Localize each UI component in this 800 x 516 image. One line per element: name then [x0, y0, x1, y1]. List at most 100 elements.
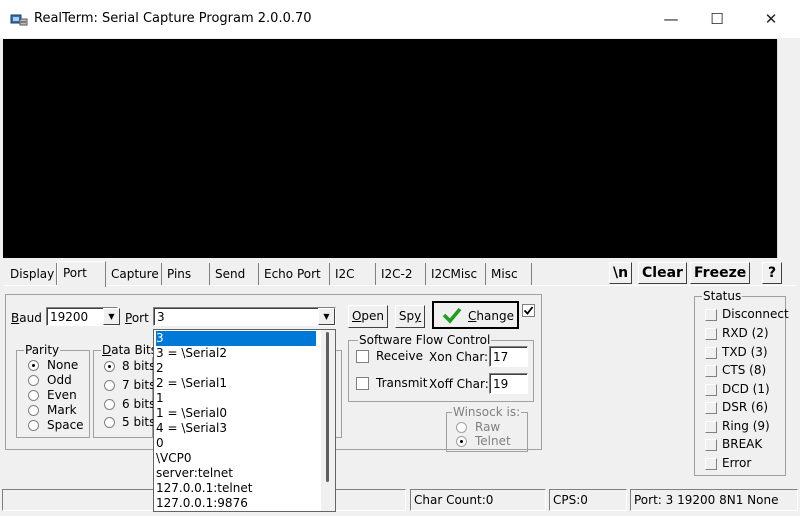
bits-8-radio[interactable] [104, 361, 115, 372]
winsock-telnet-label: Telnet [475, 434, 511, 448]
status-led [705, 458, 717, 470]
winsock-raw-radio[interactable] [456, 422, 467, 433]
port-option[interactable]: 3 = \Serial2 [156, 346, 316, 361]
tab-i2c[interactable]: I2C [330, 263, 376, 285]
data-bits-accel: D [102, 343, 112, 357]
terminal-scrollbar[interactable] [777, 39, 798, 258]
clear-button[interactable]: Clear [638, 262, 687, 284]
tab-port[interactable]: Port [57, 261, 106, 287]
port-dropdown-button[interactable]: ▼ [318, 308, 335, 325]
xon-input[interactable] [489, 346, 528, 367]
spy-text: Sp [398, 309, 415, 323]
clear-label: Clear [642, 265, 683, 281]
spy-accel: y [414, 309, 422, 323]
freeze-label: Freeze [694, 265, 747, 281]
change-button[interactable]: Change [432, 301, 519, 329]
port-info: Port: 3 19200 8N1 None [630, 489, 798, 511]
status-led [705, 439, 717, 451]
port-option[interactable]: 3 [156, 331, 316, 346]
port-dropdown-list[interactable]: 3 3 = \Serial2 2 2 = \Serial1 1 1 = \Ser… [153, 329, 336, 512]
status-rxd: RXD (2) [722, 326, 769, 340]
status-error: Error [722, 456, 752, 470]
change-checkbox[interactable] [522, 304, 535, 317]
port-option[interactable]: 127.0.0.1:9876 [156, 496, 316, 511]
status-led [705, 402, 717, 414]
port-option[interactable]: 4 = \Serial3 [156, 421, 316, 436]
status-cts: CTS (8) [722, 363, 767, 377]
port-option[interactable]: server:telnet [156, 466, 316, 481]
tab-echo-port[interactable]: Echo Port [259, 263, 330, 285]
open-button[interactable]: Open [348, 305, 388, 328]
parity-space-radio[interactable] [28, 420, 39, 431]
baud-label: Baud [11, 311, 42, 325]
port-option[interactable]: 2 = \Serial1 [156, 376, 316, 391]
port-option[interactable]: 1 = \Serial0 [156, 406, 316, 421]
terminal-display[interactable] [3, 39, 777, 258]
receive-checkbox[interactable] [356, 350, 369, 363]
maximize-button[interactable]: ☐ [694, 0, 740, 38]
parity-mark-label: Mark [47, 403, 77, 417]
port-input[interactable] [153, 307, 336, 326]
port-option[interactable]: 0 [156, 436, 316, 451]
bits-7-radio[interactable] [104, 380, 115, 391]
software-flow-title: Software Flow Control [358, 333, 492, 347]
tab-display[interactable]: Display [5, 263, 57, 285]
parity-even-radio[interactable] [28, 390, 39, 401]
tab-misc[interactable]: Misc [486, 263, 532, 285]
bits-6-radio[interactable] [104, 399, 115, 410]
help-label: ? [767, 265, 777, 281]
parity-none-radio[interactable] [28, 360, 39, 371]
status-dcd: DCD (1) [722, 382, 770, 396]
status-led [705, 309, 717, 321]
port-option[interactable]: 1 [156, 391, 316, 406]
port-option[interactable]: 127.0.0.1:telnet [156, 481, 316, 496]
transmit-checkbox[interactable] [356, 377, 369, 390]
parity-none-label: None [47, 358, 79, 372]
baud-dropdown-button[interactable]: ▼ [103, 308, 120, 325]
xoff-input[interactable] [489, 373, 528, 394]
chevron-down-icon: ▼ [323, 312, 330, 321]
tab-capture[interactable]: Capture [106, 263, 162, 285]
tab-i2c-2[interactable]: I2C-2 [376, 263, 426, 285]
xon-label: Xon Char: [429, 350, 489, 364]
spy-button[interactable]: Spy [395, 305, 425, 328]
status-txd: TXD (3) [722, 345, 768, 359]
parity-space-label: Space [47, 418, 84, 432]
baud-label-accel: B [11, 311, 20, 325]
parity-title: Parity [24, 343, 61, 357]
transmit-label: Transmit [376, 376, 428, 390]
parity-mark-radio[interactable] [28, 405, 39, 416]
freeze-button[interactable]: Freeze [690, 262, 751, 284]
parity-odd-label: Odd [47, 373, 72, 387]
xoff-label: Xoff Char: [429, 377, 489, 391]
newline-button[interactable]: \n [609, 262, 633, 284]
minimize-icon: — [663, 10, 679, 28]
parity-even-label: Even [47, 388, 77, 402]
scroll-thumb[interactable] [326, 332, 329, 482]
tab-send[interactable]: Send [210, 263, 259, 285]
open-text: pen [361, 309, 385, 323]
status-led [705, 347, 717, 359]
cps: CPS:0 [549, 489, 627, 511]
tab-i2cmisc[interactable]: I2CMisc [426, 263, 486, 285]
minimize-button[interactable]: — [648, 0, 694, 38]
change-text: hange [476, 309, 514, 323]
port-option[interactable]: \VCP0 [156, 451, 316, 466]
parity-odd-radio[interactable] [28, 375, 39, 386]
port-label: Port [125, 311, 149, 325]
close-icon: ✕ [764, 10, 778, 28]
status-disconnect: Disconnect [722, 307, 789, 321]
close-button[interactable]: ✕ [748, 0, 794, 38]
window-title: RealTerm: Serial Capture Program 2.0.0.7… [34, 11, 312, 26]
help-button[interactable]: ? [762, 262, 782, 284]
tab-pins[interactable]: Pins [162, 263, 210, 285]
check-icon [523, 306, 534, 315]
port-list-scrollbar[interactable] [321, 330, 335, 511]
bits-5-label: 5 bits [122, 415, 156, 429]
status-break: BREAK [722, 437, 763, 451]
port-option[interactable]: 2 [156, 361, 316, 376]
bits-5-radio[interactable] [104, 417, 115, 428]
port-label-text: ort [131, 311, 149, 325]
winsock-telnet-radio[interactable] [456, 436, 467, 447]
newline-label: \n [613, 265, 629, 281]
